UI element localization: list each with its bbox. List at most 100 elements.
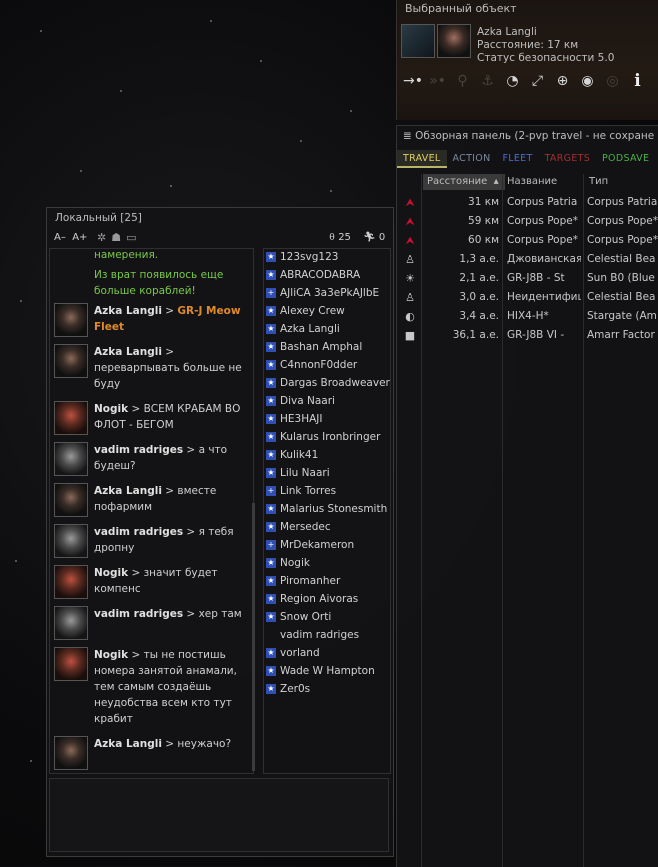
- member-item[interactable]: ★ Alexey Crew: [266, 305, 345, 317]
- overview-row[interactable]: ■ 36,1 а.е. GR-J8B VI - Amarr Factor: [397, 326, 658, 345]
- member-item[interactable]: ★ Azka Langli: [266, 323, 340, 335]
- avatar[interactable]: [54, 401, 88, 435]
- info-icon[interactable]: i: [628, 72, 647, 91]
- speaker-name[interactable]: vadim radriges: [94, 526, 183, 538]
- warp-to-icon[interactable]: »•: [428, 72, 447, 91]
- selected-item-actions: →• »• ⚲ ⚓ ◔ ⤢ ⊕ ◉ ◎ i: [403, 72, 647, 91]
- speaker-name[interactable]: Azka Langli: [94, 305, 162, 317]
- member-item[interactable]: + AJliCA 3a3ePkAJlbE: [266, 287, 379, 299]
- avatar[interactable]: [54, 303, 88, 337]
- member-item[interactable]: ★ Mersedec: [266, 521, 331, 533]
- column-type[interactable]: Тип: [589, 174, 658, 190]
- members-count-icon: ⍬: [329, 232, 339, 243]
- member-item[interactable]: ★ 123svg123: [266, 251, 338, 263]
- overview-row[interactable]: ⮝ 60 км Corpus Pope* Corpus Pope*: [397, 231, 658, 250]
- member-item[interactable]: ★ vorland: [266, 647, 320, 659]
- beacon-icon: ♙: [405, 291, 415, 304]
- member-item[interactable]: ★ Region Aivoras: [266, 593, 358, 605]
- message-text: vadim radriges > а что будеш?: [94, 442, 244, 474]
- avatar[interactable]: [54, 483, 88, 517]
- hostile-count: 🏃︎ 0: [363, 232, 385, 243]
- avatar[interactable]: [54, 736, 88, 770]
- lock-target-icon[interactable]: ⊕: [553, 72, 572, 91]
- tab-podsave[interactable]: PODSAVE: [596, 150, 655, 168]
- overview-panel: ≣ Обзорная панель (2-pvp travel - не сох…: [396, 125, 658, 867]
- jump-icon[interactable]: ⚲: [453, 72, 472, 91]
- member-item[interactable]: ★ Snow Orti: [266, 611, 331, 623]
- chat-input[interactable]: [49, 778, 389, 852]
- standing-icon: +: [266, 540, 276, 550]
- overview-row[interactable]: ☀ 2,1 а.е. GR-J8B - St Sun B0 (Blue: [397, 269, 658, 288]
- look-at-icon[interactable]: ◉: [578, 72, 597, 91]
- avatar[interactable]: [54, 647, 88, 681]
- tab-action[interactable]: ACTION: [447, 150, 497, 168]
- member-item[interactable]: ★ Nogik: [266, 557, 310, 569]
- message-list[interactable]: намерения. Из врат появилось еще больше к…: [49, 248, 254, 774]
- overview-row[interactable]: ⮝ 59 км Corpus Pope* Corpus Pope*: [397, 212, 658, 231]
- overview-row[interactable]: ◐ 3,4 а.е. HIX4-H* Stargate (Am: [397, 307, 658, 326]
- chat-bubble-icon[interactable]: ▭: [126, 231, 141, 244]
- member-name: Piromanher: [280, 575, 341, 587]
- member-item[interactable]: ★ Malarius Stonesmith: [266, 503, 387, 515]
- speaker-name[interactable]: vadim radriges: [94, 608, 183, 620]
- ship-thumbnail[interactable]: [401, 24, 435, 58]
- tab-fleet[interactable]: FLEET: [496, 150, 538, 168]
- speaker-name[interactable]: Azka Langli: [94, 738, 162, 750]
- sort-arrow-icon: ▴: [490, 176, 499, 187]
- message-text: Azka Langli > переварпывать больше не бу…: [94, 344, 244, 392]
- avatar[interactable]: [54, 606, 88, 640]
- font-increase-button[interactable]: A+: [72, 232, 87, 243]
- orbit-icon[interactable]: ◔: [503, 72, 522, 91]
- speaker-name[interactable]: Azka Langli: [94, 346, 162, 358]
- tab-targets[interactable]: TARGETS: [539, 150, 596, 168]
- avatar[interactable]: [54, 524, 88, 558]
- camera-icon[interactable]: ◎: [603, 72, 622, 91]
- member-list[interactable]: ★ 123svg123 ★ ABRACODABRA + AJliCA 3a3ePkAJlb…: [263, 248, 391, 774]
- member-name: Mersedec: [280, 521, 331, 533]
- members-icon[interactable]: ☗: [111, 231, 126, 244]
- separator: >: [161, 305, 178, 317]
- message-body: переварпывать больше не буду: [94, 362, 242, 390]
- member-item[interactable]: ★ Wade W Hampton: [266, 665, 375, 677]
- member-item[interactable]: ★ Dargas Broadweaver: [266, 377, 390, 389]
- chat-scrollbar[interactable]: [252, 503, 255, 771]
- member-item[interactable]: ★ Lilu Naari: [266, 467, 330, 479]
- member-name: Dargas Broadweaver: [280, 377, 390, 389]
- member-count-value: 25: [338, 232, 351, 243]
- font-decrease-button[interactable]: A–: [54, 232, 66, 243]
- dock-icon[interactable]: ⚓: [478, 72, 497, 91]
- row-name: Corpus Patria: [507, 196, 578, 208]
- member-item[interactable]: ★ Diva Naari: [266, 395, 335, 407]
- speaker-name[interactable]: Nogik: [94, 403, 128, 415]
- member-item[interactable]: ★ Bashan Amphal: [266, 341, 362, 353]
- member-item[interactable]: vadim radriges: [266, 629, 359, 641]
- overview-row[interactable]: ⮝ 31 км Corpus Patria Corpus Patria: [397, 193, 658, 212]
- approach-icon[interactable]: →•: [403, 72, 423, 91]
- menu-icon[interactable]: ≣: [403, 130, 415, 142]
- avatar[interactable]: [54, 565, 88, 599]
- overview-row[interactable]: ♙ 1,3 а.е. Джовианская Celestial Bea: [397, 250, 658, 269]
- member-item[interactable]: ★ Piromanher: [266, 575, 340, 587]
- member-item[interactable]: ★ HE3HAJI: [266, 413, 322, 425]
- pilot-portrait[interactable]: [437, 24, 471, 58]
- speaker-name[interactable]: vadim radriges: [94, 444, 183, 456]
- column-distance[interactable]: Расстояние ▴: [423, 174, 505, 190]
- speaker-name[interactable]: Nogik: [94, 567, 128, 579]
- avatar[interactable]: [54, 344, 88, 378]
- member-item[interactable]: ★ C4nnonF0dder: [266, 359, 357, 371]
- keep-at-range-icon[interactable]: ⤢: [528, 72, 547, 91]
- member-item[interactable]: ★ Kulik41: [266, 449, 318, 461]
- column-name[interactable]: Название: [507, 174, 583, 190]
- member-item[interactable]: ★ ABRACODABRA: [266, 269, 360, 281]
- speaker-name[interactable]: Azka Langli: [94, 485, 162, 497]
- member-item[interactable]: ★ Kularus Ironbringer: [266, 431, 380, 443]
- tab-travel[interactable]: TRAVEL: [397, 150, 447, 168]
- standing-icon: ★: [266, 684, 276, 694]
- member-item[interactable]: + MrDekameron: [266, 539, 354, 551]
- speaker-name[interactable]: Nogik: [94, 649, 128, 661]
- member-item[interactable]: + Link Torres: [266, 485, 336, 497]
- settings-icon[interactable]: ✲: [97, 231, 111, 244]
- avatar[interactable]: [54, 442, 88, 476]
- member-item[interactable]: ★ Zer0s: [266, 683, 310, 695]
- overview-row[interactable]: ♙ 3,0 а.е. Неидентифиц Celestial Bea: [397, 288, 658, 307]
